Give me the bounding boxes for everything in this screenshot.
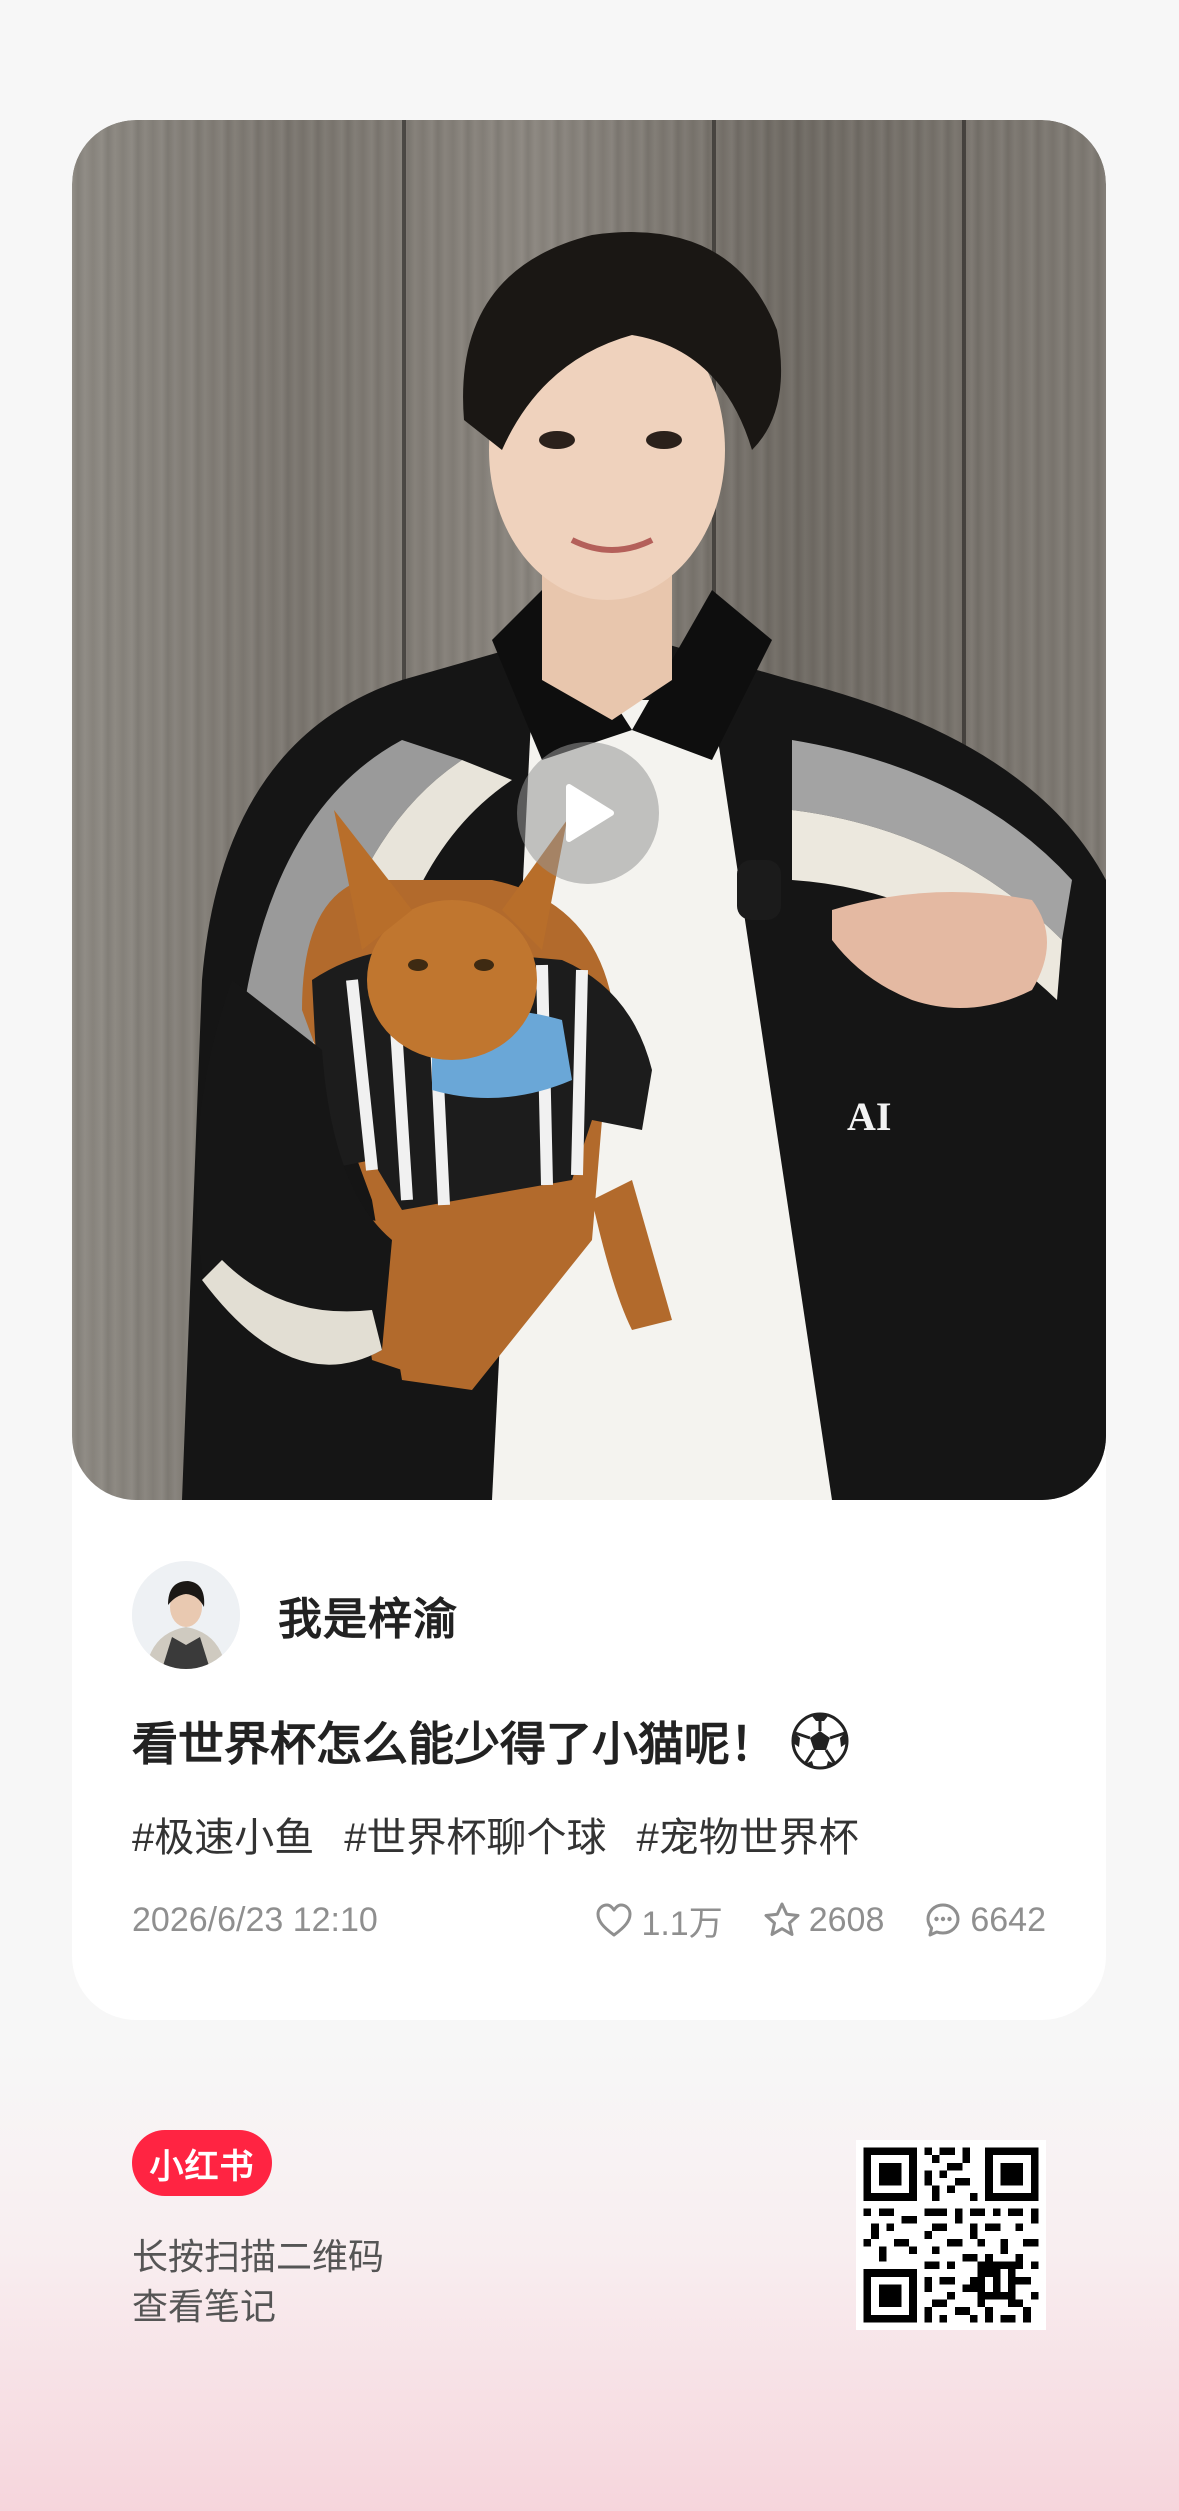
avatar-illustration <box>132 1561 240 1669</box>
like-button[interactable]: 1.1万 <box>595 1896 723 1945</box>
comment-button[interactable]: 6642 <box>924 1901 1046 1940</box>
meta-row: 2026/6/23 12:10 1.1万 2608 6642 <box>132 1892 1046 1948</box>
avatar[interactable] <box>132 1561 240 1669</box>
tag-link[interactable]: #宠物世界杯 <box>637 1805 859 1863</box>
xiaohongshu-logo: 小红书 <box>132 2130 272 2196</box>
comment-icon <box>926 1903 960 1937</box>
footer-line-2: 查看笔记 <box>132 2286 277 2327</box>
note-title-text: 看世界杯怎么能少得了小猫呢！ <box>132 1718 776 1770</box>
tag-link[interactable]: #世界杯聊个球 <box>344 1805 606 1863</box>
note-card: AI 我是梓渝 看世界杯怎么能少得了小猫呢！ #极速小鱼 #世界杯聊个球 #宠物… <box>72 120 1106 2020</box>
soccer-ball-icon <box>790 1711 850 1771</box>
like-count: 1.1万 <box>641 1904 723 1943</box>
collect-button[interactable]: 2608 <box>763 1900 885 1940</box>
play-icon <box>566 784 614 842</box>
play-button[interactable] <box>517 742 659 884</box>
tag-list: #极速小鱼 #世界杯聊个球 #宠物世界杯 <box>132 1805 889 1863</box>
author-row[interactable]: 我是梓渝 <box>132 1560 458 1670</box>
tag-link[interactable]: #极速小鱼 <box>132 1805 314 1863</box>
comment-count: 6642 <box>970 1900 1046 1939</box>
svg-text:AI: AI <box>847 1094 891 1139</box>
qr-code-image <box>856 2140 1046 2330</box>
post-date: 2026/6/23 12:10 <box>132 1900 378 1939</box>
star-icon <box>764 1902 800 1936</box>
footer-line-1: 长按扫描二维码 <box>132 2236 385 2277</box>
footer-instructions: 长按扫描二维码 查看笔记 <box>132 2232 384 2332</box>
qr-code[interactable] <box>856 2140 1046 2330</box>
note-title: 看世界杯怎么能少得了小猫呢！ <box>132 1708 850 1774</box>
heart-icon <box>596 1903 632 1937</box>
collect-count: 2608 <box>808 1900 885 1939</box>
video-cover[interactable]: AI <box>72 120 1106 1500</box>
author-name[interactable]: 我是梓渝 <box>278 1583 458 1647</box>
